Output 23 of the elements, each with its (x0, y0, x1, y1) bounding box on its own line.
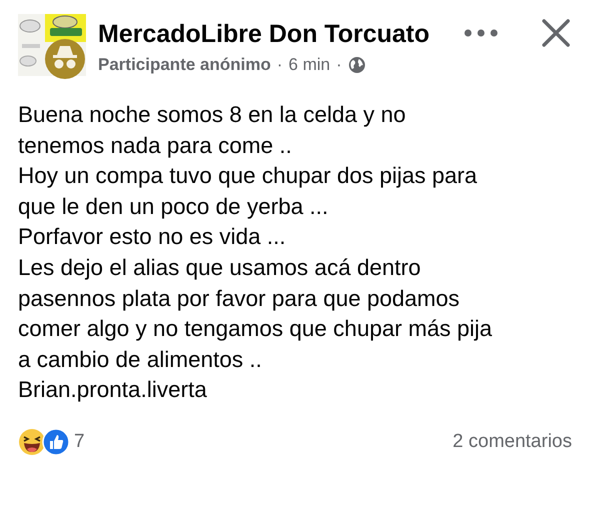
globe-icon (348, 56, 366, 74)
laughing-emoji-icon[interactable] (18, 428, 46, 456)
post-text-line: Les dejo el alias que usamos acá dentro (18, 254, 422, 282)
post-text-line: Porfavor esto no es vida ... (18, 223, 287, 252)
post-text-line: que le den un poco de yerba ... (18, 192, 330, 221)
separator: · (276, 54, 283, 74)
group-name[interactable]: MercadoLibre Don Torcuato (98, 20, 452, 48)
close-icon[interactable] (542, 19, 570, 47)
post-text-line: Buena noche somos 8 en la celda y no (18, 101, 407, 129)
separator: · (336, 54, 342, 74)
reaction-count[interactable]: 7 (74, 430, 85, 453)
post-text-line: comer algo y no tengamos que chupar más pija (18, 315, 494, 344)
comments-link[interactable]: 2 comentarios (452, 430, 572, 453)
post-time[interactable]: 6 min (288, 54, 330, 74)
post-text-line: Hoy un compa tuvo que chupar dos pijas para (18, 162, 478, 190)
post-text-line: a cambio de alimentos .. (18, 346, 263, 374)
group-avatar-icon[interactable] (18, 14, 86, 80)
like-icon[interactable] (42, 428, 70, 456)
post-text-line: tenemos nada para come .. (18, 132, 293, 160)
post-text-line: Brian.pronta.liverta (18, 376, 208, 404)
author-name[interactable]: Participante anónimo (98, 54, 271, 74)
more-options-icon[interactable] (464, 29, 498, 37)
post-text-line: pasennos plata por favor para que podamos (18, 284, 461, 313)
